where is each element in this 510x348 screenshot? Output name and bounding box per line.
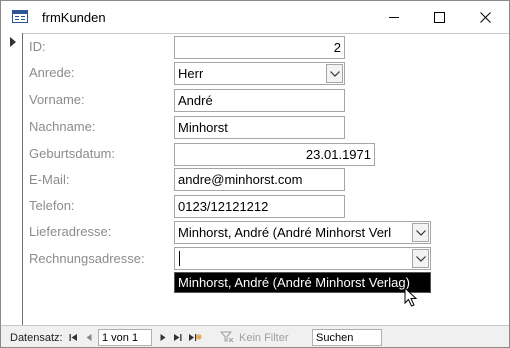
record-position-field[interactable]: 1 von 1 [98, 329, 152, 346]
label-telefon: Telefon: [29, 198, 75, 213]
filter-icon [220, 331, 234, 343]
maximize-icon [433, 11, 445, 23]
chevron-down-icon [415, 229, 426, 236]
first-record-button[interactable] [67, 330, 79, 344]
anrede-value: Herr [178, 66, 204, 81]
label-geburtsdatum: Geburtsdatum: [29, 146, 115, 161]
label-vorname: Vorname: [29, 92, 85, 107]
last-record-button[interactable] [171, 330, 183, 344]
label-email: E-Mail: [29, 172, 70, 187]
next-record-button[interactable] [156, 330, 168, 344]
chevron-down-icon [415, 255, 426, 262]
mouse-cursor-icon [404, 287, 418, 307]
new-record-button[interactable] [187, 330, 203, 344]
next-record-icon [160, 333, 165, 341]
telefon-field[interactable]: 0123/12121212 [174, 195, 345, 218]
new-record-icon [189, 333, 202, 341]
first-record-icon [69, 333, 77, 341]
record-selector[interactable] [1, 33, 23, 325]
anrede-dropdown-button[interactable] [326, 64, 343, 83]
nachname-field[interactable]: Minhorst [174, 116, 345, 139]
lieferadresse-value: Minhorst, André (André Minhorst Verl [178, 225, 392, 240]
dropdown-list-item[interactable]: Minhorst, André (André Minhorst Verlag) [178, 275, 410, 290]
label-anrede: Anrede: [29, 65, 75, 80]
window-title: frmKunden [42, 10, 106, 25]
previous-record-icon [86, 333, 91, 341]
id-field[interactable]: 2 [174, 36, 345, 59]
chevron-down-icon [329, 70, 340, 77]
title-separator [1, 33, 509, 34]
maximize-button[interactable] [416, 1, 462, 33]
email-field[interactable]: andre@minhorst.com [174, 168, 345, 191]
rechnungsadresse-combo[interactable] [174, 247, 431, 270]
close-icon [479, 11, 491, 23]
filter-label: Kein Filter [239, 332, 289, 344]
navigation-label: Datensatz: [10, 332, 63, 344]
rechnungsadresse-dropdown-list: Minhorst, André (André Minhorst Verlag) [174, 272, 431, 293]
anrede-combo[interactable]: Herr [174, 62, 345, 85]
title-bar: frmKunden [1, 1, 509, 33]
previous-record-button[interactable] [83, 330, 95, 344]
lieferadresse-combo[interactable]: Minhorst, André (André Minhorst Verl [174, 221, 431, 244]
form-icon [12, 10, 28, 23]
minimize-button[interactable] [371, 1, 417, 33]
lieferadresse-dropdown-button[interactable] [412, 223, 429, 242]
label-id: ID: [29, 39, 46, 54]
form-window: frmKunden ID: Anrede: Vorname: Nachname:… [0, 0, 510, 348]
minimize-icon [389, 16, 399, 18]
vorname-field[interactable]: André [174, 89, 345, 112]
label-nachname: Nachname: [29, 119, 96, 134]
label-lieferadresse: Lieferadresse: [29, 224, 112, 239]
record-navigation-bar: Datensatz: 1 von 1 Kein Filter Suchen [1, 325, 509, 347]
last-record-icon [173, 333, 181, 341]
close-button[interactable] [462, 1, 508, 33]
rechnungsadresse-dropdown-button[interactable] [412, 249, 429, 268]
current-record-icon [10, 37, 16, 47]
geburtsdatum-field[interactable]: 23.01.1971 [174, 143, 375, 166]
text-caret [179, 251, 180, 266]
label-rechnungsadresse: Rechnungsadresse: [29, 251, 145, 266]
search-field[interactable]: Suchen [312, 329, 382, 346]
